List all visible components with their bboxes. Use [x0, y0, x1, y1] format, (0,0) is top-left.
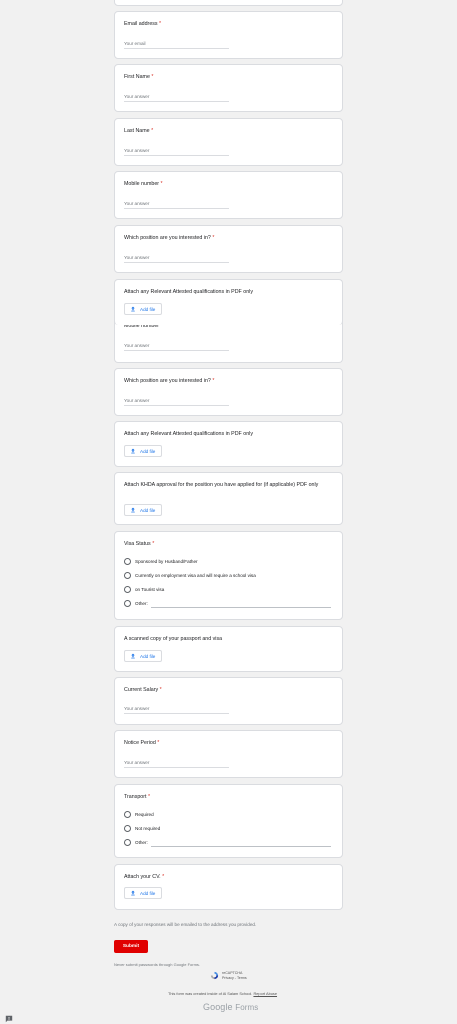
email-input[interactable]: Your email [124, 41, 229, 49]
question-khda-approval: Attach KHDA approval for the position yo… [114, 472, 343, 525]
radio-button[interactable] [124, 825, 131, 832]
question-title: Attach your CV. * [124, 874, 165, 880]
question-title: Notice Period * [124, 740, 160, 746]
add-file-button[interactable]: Add file [124, 887, 162, 899]
report-abuse-link[interactable]: Report Abuse [253, 991, 277, 996]
add-file-button[interactable]: Add file [124, 650, 162, 662]
mobile-number-input[interactable]: Your answer [124, 201, 229, 209]
radio-option[interactable]: Not required [124, 825, 160, 832]
question-title: Which position are you interested in? * [124, 235, 215, 241]
radio-option-other[interactable]: Other: [124, 600, 148, 607]
add-file-label: Add file [140, 653, 156, 659]
radio-option[interactable]: Sponsored by Husband/Father [124, 558, 198, 565]
add-file-button[interactable]: Add file [124, 303, 162, 315]
add-file-label: Add file [140, 507, 156, 513]
question-title: Which position are you interested in? * [124, 378, 215, 384]
radio-label: Required [135, 812, 154, 817]
recaptcha-icon [210, 971, 219, 980]
first-name-input[interactable]: Your answer [124, 94, 229, 102]
position-input[interactable]: Your answer [124, 398, 229, 406]
radio-button[interactable] [124, 558, 131, 565]
google-forms-logo[interactable]: Google Forms [203, 1002, 258, 1012]
created-note-row: This form was created inside of Al Salam… [168, 991, 277, 996]
forms-wordmark: Forms [235, 1003, 259, 1012]
feedback-icon[interactable] [5, 1010, 13, 1023]
radio-label: on Tourist visa [135, 587, 165, 592]
add-file-label: Add file [140, 306, 156, 312]
question-notice-period: Notice Period * Your answer [114, 730, 343, 778]
upload-icon [131, 890, 135, 896]
radio-label: Currently on employment visa and will re… [135, 573, 256, 578]
created-note: This form was created inside of Al Salam… [168, 991, 253, 996]
submit-button[interactable]: Submit [114, 940, 148, 953]
radio-option[interactable]: Required [124, 811, 154, 818]
radio-button[interactable] [124, 572, 131, 579]
previous-card [114, 0, 343, 6]
question-title: Attach any Relevant Attested qualificati… [124, 431, 253, 437]
upload-icon [131, 448, 135, 454]
radio-button[interactable] [124, 586, 131, 593]
question-mobile-number: Mobile number * Your answer [114, 171, 343, 219]
radio-option[interactable]: on Tourist visa [124, 586, 164, 593]
add-file-label: Add file [140, 448, 156, 454]
radio-button[interactable] [124, 600, 131, 607]
question-attach-qualifications: Attach any Relevant Attested qualificati… [114, 279, 343, 325]
question-passport: A scanned copy of your passport and visa… [114, 626, 343, 672]
add-file-button[interactable]: Add file [124, 445, 162, 457]
privacy-link[interactable]: Privacy [222, 976, 234, 980]
salary-input[interactable]: Your answer [124, 706, 229, 714]
radio-option[interactable]: Currently on employment visa and will re… [124, 572, 256, 579]
upload-icon [131, 306, 135, 312]
question-title: Transport * [124, 794, 151, 800]
google-wordmark: Google [203, 1002, 233, 1012]
question-title: Last Name * [124, 128, 154, 134]
upload-icon [131, 507, 135, 513]
question-last-name: Last Name * Your answer [114, 118, 343, 166]
question-title: Current Salary * [124, 687, 162, 693]
question-attach-qualifications: Attach any Relevant Attested qualificati… [114, 421, 343, 467]
radio-label: Other: [135, 840, 148, 845]
last-name-input[interactable]: Your answer [124, 148, 229, 156]
radio-option-other[interactable]: Other: [124, 839, 148, 846]
question-first-name: First Name * Your answer [114, 64, 343, 112]
notice-period-input[interactable]: Your answer [124, 760, 229, 768]
radio-label: Sponsored by Husband/Father [135, 559, 198, 564]
question-title: Visa Status * [124, 541, 155, 547]
question-visa-status: Visa Status * Sponsored by Husband/Fathe… [114, 531, 343, 620]
terms-link[interactable]: Terms [237, 976, 247, 980]
radio-label: Other: [135, 601, 148, 606]
question-title: Email address * [124, 21, 162, 27]
position-input[interactable]: Your answer [124, 255, 229, 263]
question-title: A scanned copy of your passport and visa [124, 636, 223, 642]
question-title: Mobile number * [124, 181, 163, 187]
question-position: Which position are you interested in? * … [114, 368, 343, 416]
radio-label: Not required [135, 826, 161, 831]
question-title: Attach KHDA approval for the position yo… [124, 482, 319, 488]
question-title: First Name * [124, 74, 154, 80]
radio-button[interactable] [124, 811, 131, 818]
question-email: Email address * Your email [114, 11, 343, 59]
email-copy-note: A copy of your responses will be emailed… [114, 922, 257, 927]
add-file-button[interactable]: Add file [124, 504, 162, 516]
other-text-input[interactable] [151, 846, 331, 847]
add-file-label: Add file [140, 890, 156, 896]
question-transport: Transport * Required Not required Other: [114, 784, 343, 858]
question-current-salary: Current Salary * Your answer [114, 677, 343, 725]
question-title: Attach any Relevant Attested qualificati… [124, 289, 253, 295]
radio-button[interactable] [124, 839, 131, 846]
recaptcha-badge: reCAPTCHA Privacy - Terms [210, 971, 247, 980]
upload-icon [131, 653, 135, 659]
other-text-input[interactable] [151, 607, 331, 608]
question-position: Which position are you interested in? * … [114, 225, 343, 273]
mobile-number-input[interactable]: Your answer [124, 343, 229, 351]
password-warning: Never submit passwords through Google Fo… [114, 962, 201, 967]
question-cv: Attach your CV. * Add file [114, 864, 343, 910]
